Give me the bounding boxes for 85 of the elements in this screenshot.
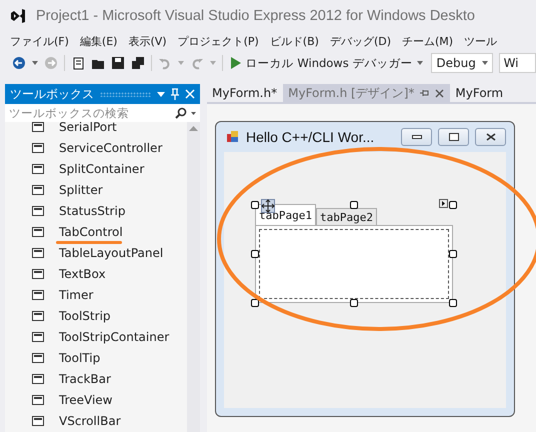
editor-tab[interactable]: MyForm — [450, 84, 510, 102]
toolbox-item[interactable]: TabControl — [5, 221, 187, 242]
toolbox-item[interactable]: TextBox — [5, 263, 187, 284]
pin-icon — [171, 88, 179, 100]
save-all-icon — [130, 56, 145, 70]
caret-icon — [417, 61, 424, 65]
redo-icon — [190, 56, 204, 70]
back-icon — [12, 56, 26, 70]
resize-handle[interactable] — [251, 250, 259, 258]
toolbox-item[interactable]: TrackBar — [5, 368, 187, 389]
control-icon — [31, 308, 45, 322]
play-icon — [230, 57, 241, 69]
caret-icon — [482, 61, 488, 65]
toolbox-item[interactable]: Timer — [5, 284, 187, 305]
annotation-underline — [56, 241, 122, 245]
resize-handle[interactable] — [251, 299, 259, 307]
resize-handle[interactable] — [449, 201, 457, 209]
control-icon — [31, 266, 45, 280]
caret-icon — [210, 61, 216, 65]
control-icon — [31, 162, 45, 176]
menu-item[interactable]: ビルド(B) — [270, 34, 319, 48]
toolbox-item[interactable]: ToolStripContainer — [5, 326, 187, 347]
menu-item[interactable]: ファイル(F) — [10, 34, 69, 48]
minimize-icon — [412, 135, 422, 139]
resize-handle[interactable] — [350, 299, 358, 307]
control-icon — [31, 224, 45, 238]
toolbox-item[interactable]: TableLayoutPanel — [5, 242, 187, 263]
control-icon — [31, 288, 45, 302]
scroll-up-icon — [189, 126, 198, 131]
close-button[interactable] — [475, 128, 506, 146]
control-icon — [31, 330, 45, 344]
logo-icon — [10, 8, 26, 24]
tab-page[interactable]: tabPage2 — [316, 208, 377, 225]
toolbox-item[interactable]: VScrollBar — [5, 410, 187, 431]
editor-tab[interactable]: MyForm.h* — [207, 84, 284, 102]
form-title: Hello C++/CLI Wor... — [246, 129, 376, 145]
forward-icon — [44, 56, 58, 70]
start-debugging-button[interactable]: ローカル Windows デバッガー — [228, 56, 426, 70]
toolbox-item[interactable]: ServiceController — [5, 137, 187, 158]
maximize-button[interactable] — [438, 128, 469, 146]
menu-item[interactable]: デバッグ(D) — [330, 34, 391, 48]
menu-item[interactable]: 編集(E) — [80, 34, 118, 48]
platform-dropdown[interactable]: Wi — [498, 53, 536, 73]
resize-handle[interactable] — [449, 250, 457, 258]
pin-icon — [420, 89, 430, 97]
panel-title: ツールボックス — [10, 86, 94, 102]
control-icon — [31, 182, 45, 196]
resize-handle[interactable] — [251, 201, 259, 209]
control-icon — [31, 414, 45, 428]
resize-handle[interactable] — [449, 299, 457, 307]
save-icon — [110, 56, 125, 70]
move-handle-icon[interactable] — [261, 199, 275, 213]
minimize-button[interactable] — [401, 128, 432, 146]
maximize-icon — [448, 133, 458, 141]
resize-handle[interactable] — [350, 201, 358, 209]
smart-tag-icon[interactable] — [439, 199, 448, 208]
menu-item[interactable]: チーム(M) — [402, 34, 454, 48]
form-icon — [226, 130, 240, 144]
control-icon — [31, 372, 45, 386]
toolbox-item[interactable]: Splitter — [5, 179, 187, 200]
control-icon — [31, 392, 45, 406]
control-icon — [31, 246, 45, 260]
dropdown-icon — [157, 92, 165, 96]
menu-item[interactable]: 表示(V) — [128, 34, 167, 48]
menu-item[interactable]: ツール — [464, 34, 498, 48]
caret-icon — [191, 112, 196, 114]
close-icon — [435, 88, 444, 98]
undo-icon — [158, 56, 172, 70]
control-icon — [31, 204, 45, 218]
control-icon — [31, 140, 45, 154]
configuration-dropdown[interactable]: Debug — [431, 53, 493, 73]
toolbox-item[interactable]: ToolStrip — [5, 305, 187, 326]
toolbox-item[interactable]: ToolTip — [5, 347, 187, 368]
caret-icon — [178, 61, 184, 65]
toolbox-item[interactable]: StatusStrip — [5, 200, 187, 221]
close-icon — [486, 133, 496, 141]
window-title: Project1 - Microsoft Visual Studio Express 2012 for Windows Deskto — [36, 8, 475, 24]
search-icon — [175, 107, 187, 119]
control-icon — [31, 350, 45, 364]
menu-item[interactable]: プロジェクト(P) — [178, 34, 259, 48]
toolbox-item[interactable]: TreeView — [5, 389, 187, 410]
new-file-icon — [70, 56, 85, 70]
toolbox-item[interactable]: SplitContainer — [5, 158, 187, 179]
caret-icon — [32, 61, 38, 65]
close-icon — [185, 89, 195, 99]
